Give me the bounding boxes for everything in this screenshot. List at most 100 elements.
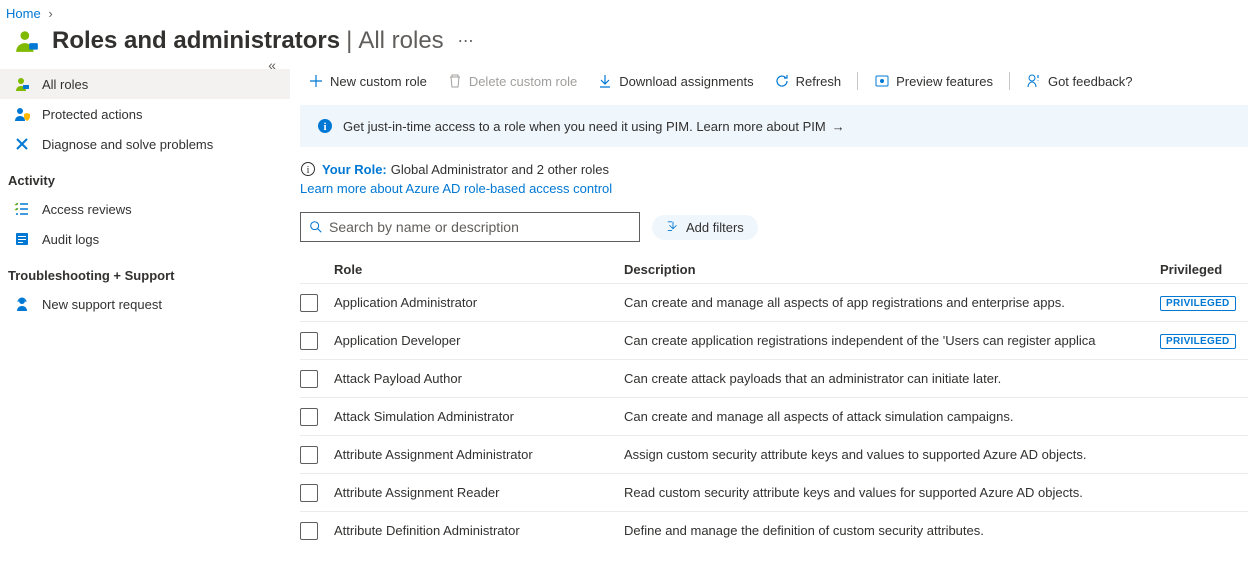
role-name: Application Administrator [334, 295, 624, 310]
support-person-icon [14, 296, 30, 312]
log-icon [14, 231, 30, 247]
refresh-icon [774, 73, 790, 89]
table-row[interactable]: Attribute Definition AdministratorDefine… [300, 511, 1248, 549]
role-description: Can create and manage all aspects of app… [624, 295, 1160, 310]
table-row[interactable]: Attribute Assignment AdministratorAssign… [300, 435, 1248, 473]
shield-person-icon [14, 106, 30, 122]
role-description: Define and manage the definition of cust… [624, 523, 1160, 538]
privileged-badge: PRIVILEGED [1160, 334, 1236, 349]
sidebar-item-audit-logs[interactable]: Audit logs [0, 224, 290, 254]
collapse-sidebar-button[interactable]: « [268, 57, 276, 73]
sidebar-item-label: All roles [42, 77, 88, 92]
role-name: Application Developer [334, 333, 624, 348]
row-checkbox[interactable] [300, 446, 318, 464]
info-icon: i [317, 118, 333, 134]
info-outline-icon: i [300, 161, 316, 177]
svg-text:i: i [307, 165, 310, 176]
toolbar: New custom role Delete custom role Downl… [300, 63, 1248, 99]
role-name: Attribute Definition Administrator [334, 523, 624, 538]
role-name: Attack Simulation Administrator [334, 409, 624, 424]
download-icon [597, 73, 613, 89]
sidebar-item-label: Access reviews [42, 202, 132, 217]
privileged-badge: PRIVILEGED [1160, 296, 1236, 311]
more-actions-button[interactable]: ⋯ [458, 31, 475, 51]
header-role[interactable]: Role [334, 262, 624, 277]
role-description: Can create application registrations ind… [624, 333, 1160, 348]
row-checkbox[interactable] [300, 408, 318, 426]
role-privileged: PRIVILEGED [1160, 294, 1248, 311]
table-row[interactable]: Attack Payload AuthorCan create attack p… [300, 359, 1248, 397]
sidebar-section-activity: Activity [0, 159, 290, 194]
pim-info-banner[interactable]: i Get just-in-time access to a role when… [300, 105, 1248, 147]
table-row[interactable]: Application AdministratorCan create and … [300, 283, 1248, 321]
row-checkbox[interactable] [300, 370, 318, 388]
delete-custom-role-button: Delete custom role [439, 69, 585, 93]
sidebar-item-label: New support request [42, 297, 162, 312]
sidebar-item-support-request[interactable]: New support request [0, 289, 290, 319]
table-row[interactable]: Attribute Assignment ReaderRead custom s… [300, 473, 1248, 511]
new-custom-role-button[interactable]: New custom role [300, 69, 435, 93]
sidebar: « All roles Protected actions Diagnose a… [0, 63, 290, 549]
chevron-right-icon: › [48, 6, 52, 21]
table-row[interactable]: Application DeveloperCan create applicat… [300, 321, 1248, 359]
role-description: Read custom security attribute keys and … [624, 485, 1160, 500]
your-role-label: Your Role: [322, 162, 387, 177]
plus-icon [308, 73, 324, 89]
role-privileged: PRIVILEGED [1160, 332, 1248, 349]
arrow-right-icon: → [832, 119, 845, 134]
preview-features-button[interactable]: Preview features [866, 69, 1001, 93]
sidebar-section-troubleshooting: Troubleshooting + Support [0, 254, 290, 289]
search-input[interactable] [329, 219, 631, 235]
toolbar-separator [1009, 72, 1010, 90]
trash-icon [447, 73, 463, 89]
header-description[interactable]: Description [624, 262, 1160, 277]
search-box[interactable] [300, 212, 640, 242]
main-content: New custom role Delete custom role Downl… [290, 63, 1258, 549]
role-description: Can create and manage all aspects of att… [624, 409, 1160, 424]
download-assignments-button[interactable]: Download assignments [589, 69, 761, 93]
row-checkbox[interactable] [300, 332, 318, 350]
page-title: Roles and administrators [52, 27, 340, 55]
breadcrumb-home[interactable]: Home [6, 6, 41, 21]
banner-text: Get just-in-time access to a role when y… [343, 119, 826, 134]
learn-more-link[interactable]: Learn more about Azure AD role-based acc… [300, 181, 612, 196]
row-checkbox[interactable] [300, 294, 318, 312]
role-name: Attribute Assignment Administrator [334, 447, 624, 462]
svg-text:i: i [323, 121, 326, 133]
header-privileged[interactable]: Privileged [1160, 262, 1248, 277]
your-role-value: Global Administrator and 2 other roles [391, 162, 609, 177]
role-description: Assign custom security attribute keys an… [624, 447, 1160, 462]
role-name: Attribute Assignment Reader [334, 485, 624, 500]
sidebar-item-label: Audit logs [42, 232, 99, 247]
toolbar-separator [857, 72, 858, 90]
checklist-icon [14, 201, 30, 217]
row-checkbox[interactable] [300, 484, 318, 502]
sidebar-item-all-roles[interactable]: All roles [0, 69, 290, 99]
sidebar-item-label: Diagnose and solve problems [42, 137, 213, 152]
row-checkbox[interactable] [300, 522, 318, 540]
search-icon [309, 220, 323, 234]
roles-icon [14, 27, 42, 55]
filter-row: Add filters [300, 212, 1248, 242]
page-subtitle: All roles [358, 27, 443, 55]
add-filters-button[interactable]: Add filters [652, 215, 758, 240]
filter-icon [666, 220, 680, 234]
table-row[interactable]: Attack Simulation AdministratorCan creat… [300, 397, 1248, 435]
refresh-button[interactable]: Refresh [766, 69, 850, 93]
wrench-icon [14, 136, 30, 152]
preview-icon [874, 73, 890, 89]
breadcrumb: Home › [0, 0, 1258, 23]
title-separator: | [346, 27, 352, 55]
your-role-line: i Your Role: Global Administrator and 2 … [300, 161, 1248, 177]
roles-table: Role Description Privileged Application … [300, 256, 1248, 549]
table-header: Role Description Privileged [300, 256, 1248, 283]
feedback-button[interactable]: Got feedback? [1018, 69, 1141, 93]
sidebar-item-protected-actions[interactable]: Protected actions [0, 99, 290, 129]
role-name: Attack Payload Author [334, 371, 624, 386]
role-description: Can create attack payloads that an admin… [624, 371, 1160, 386]
feedback-icon [1026, 73, 1042, 89]
page-header: Roles and administrators | All roles ⋯ [0, 23, 1258, 63]
sidebar-item-access-reviews[interactable]: Access reviews [0, 194, 290, 224]
sidebar-item-diagnose[interactable]: Diagnose and solve problems [0, 129, 290, 159]
person-icon [14, 76, 30, 92]
